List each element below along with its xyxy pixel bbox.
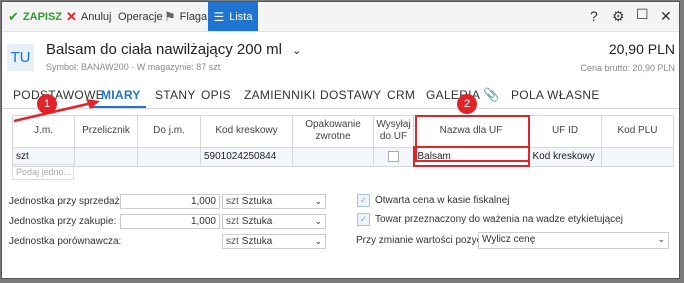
close-icon: ✕	[66, 8, 77, 24]
checkmark-icon: ✔	[8, 8, 19, 24]
annotation-arrow	[13, 99, 100, 123]
product-symbol-line: Symbol: BANAW200 · W magazynie: 87 szt	[46, 62, 221, 72]
add-unit-input[interactable]: Podaj jedno...	[12, 164, 74, 180]
tab-bar: PODSTAWOWE MIARY STANY OPIS ZAMIENNIKI D…	[2, 84, 679, 109]
toolbar: ✔ ZAPISZ ✕ Anuluj Operacje ⚑ Flaga ☰ Lis…	[2, 2, 679, 32]
maximize-icon[interactable]: ☐	[636, 6, 649, 23]
cancel-label: Anuluj	[80, 10, 112, 23]
compare-unit-select[interactable]: szt Sztuka ⌄	[222, 234, 326, 249]
annotation-badge-1: 1	[37, 94, 57, 114]
purchase-unit-prefix: szt	[226, 216, 239, 227]
flag-icon: ⚑	[164, 8, 176, 24]
sale-quantity-input[interactable]: 1,000	[120, 194, 220, 209]
product-price: 20,90 PLN	[608, 41, 675, 57]
purchase-unit-value: Sztuka	[241, 216, 273, 227]
chevron-down-icon: ⌄	[314, 196, 322, 206]
tab-zamienniki[interactable]: ZAMIENNIKI	[244, 88, 316, 102]
chevron-down-icon: ⌄	[314, 216, 322, 226]
price-change-value: Wylicz cenę	[482, 234, 536, 245]
column-header[interactable]: Kod PLU	[601, 115, 674, 148]
send-to-uf-checkbox[interactable]	[387, 150, 399, 162]
compare-unit-prefix: szt	[226, 236, 239, 247]
weighing-checkbox[interactable]: ✓	[357, 213, 370, 226]
product-title[interactable]: Balsam do ciała nawilżający 200 ml ⌄	[46, 41, 301, 58]
close-window-icon[interactable]: ✕	[660, 8, 672, 25]
product-window: ✔ ZAPISZ ✕ Anuluj Operacje ⚑ Flaga ☰ Lis…	[1, 1, 680, 279]
table-row[interactable]: szt 5901024250844 Balsam Kod kreskowy	[12, 146, 674, 167]
table-cell[interactable]	[74, 146, 138, 167]
price-change-label: Przy zmianie wartości pozycji:	[356, 235, 489, 246]
list-button[interactable]: ☰ Lista	[208, 2, 258, 31]
nazwa-uf-input[interactable]: Balsam	[412, 146, 530, 167]
table-cell[interactable]: 5901024250844	[200, 146, 293, 167]
menu-icon: ☰	[213, 9, 225, 24]
purchase-quantity-input[interactable]: 1,000	[120, 214, 220, 229]
list-label: Lista	[229, 10, 253, 23]
units-table: J.m. Przelicznik Do j.m. Kod kreskowy Op…	[12, 115, 674, 167]
open-price-label: Otwarta cena w kasie fiskalnej	[375, 195, 510, 206]
operations-label: Operacje	[118, 10, 163, 23]
product-avatar: TU	[7, 44, 34, 71]
table-cell[interactable]	[137, 146, 201, 167]
gear-icon[interactable]: ⚙	[612, 8, 625, 25]
sale-unit-label: Jednostka przy sprzedaży:	[9, 196, 128, 207]
save-label: ZAPISZ	[22, 10, 63, 23]
column-header[interactable]: Kod kreskowy	[200, 115, 293, 148]
tab-stany[interactable]: STANY	[155, 88, 196, 102]
weighing-label: Towar przeznaczony do ważenia na wadze e…	[375, 214, 623, 225]
cancel-button[interactable]: ✕ Anuluj	[66, 2, 111, 31]
flag-button[interactable]: ⚑ Flaga	[164, 2, 207, 31]
sale-unit-value: Sztuka	[241, 196, 273, 207]
tab-miary[interactable]: MIARY	[101, 88, 141, 102]
table-cell[interactable]: Kod kreskowy	[528, 146, 602, 167]
sale-unit-select[interactable]: szt Sztuka ⌄	[222, 194, 326, 209]
table-cell[interactable]	[601, 146, 674, 167]
tab-crm[interactable]: CRM	[387, 88, 415, 102]
product-title-text: Balsam do ciała nawilżający 200 ml	[46, 41, 282, 58]
tab-pola-wlasne[interactable]: POLA WŁASNE	[511, 88, 600, 102]
compare-unit-value: Sztuka	[241, 236, 273, 247]
annotation-badge-2: 2	[457, 94, 477, 114]
purchase-unit-label: Jednostka przy zakupie:	[9, 216, 117, 227]
arrow-head	[86, 99, 100, 109]
sale-unit-prefix: szt	[226, 196, 239, 207]
save-button[interactable]: ✔ ZAPISZ	[8, 2, 62, 31]
help-icon[interactable]: ?	[590, 8, 598, 24]
product-price-sub: Cena brutto: 20,90 PLN	[580, 63, 675, 73]
table-header-row: J.m. Przelicznik Do j.m. Kod kreskowy Op…	[12, 115, 674, 148]
column-header[interactable]: Wysyłaj do UF	[373, 115, 414, 148]
table-cell-checkbox[interactable]	[373, 146, 414, 167]
column-header[interactable]: Opakowanie zwrotne	[292, 115, 374, 148]
tab-dostawy[interactable]: DOSTAWY	[320, 88, 381, 102]
paperclip-icon[interactable]: 📎	[483, 87, 499, 103]
column-header[interactable]: Do j.m.	[137, 115, 201, 148]
open-price-checkbox[interactable]: ✓	[357, 194, 370, 207]
column-header[interactable]: UF ID	[528, 115, 602, 148]
table-cell[interactable]	[292, 146, 374, 167]
chevron-down-icon: ⌄	[314, 236, 322, 246]
price-change-select[interactable]: Wylicz cenę ⌄	[478, 232, 669, 249]
tab-opis[interactable]: OPIS	[201, 88, 231, 102]
chevron-down-icon[interactable]: ⌄	[292, 45, 301, 57]
operations-button[interactable]: Operacje	[118, 2, 163, 31]
column-header-nazwa-uf[interactable]: Nazwa dla UF	[413, 115, 529, 148]
flag-label: Flaga	[179, 10, 208, 23]
purchase-unit-select[interactable]: szt Sztuka ⌄	[222, 214, 326, 229]
product-header: TU Balsam do ciała nawilżający 200 ml ⌄ …	[2, 32, 679, 84]
compare-unit-label: Jednostka porównawcza:	[9, 236, 122, 247]
chevron-down-icon: ⌄	[657, 234, 665, 244]
